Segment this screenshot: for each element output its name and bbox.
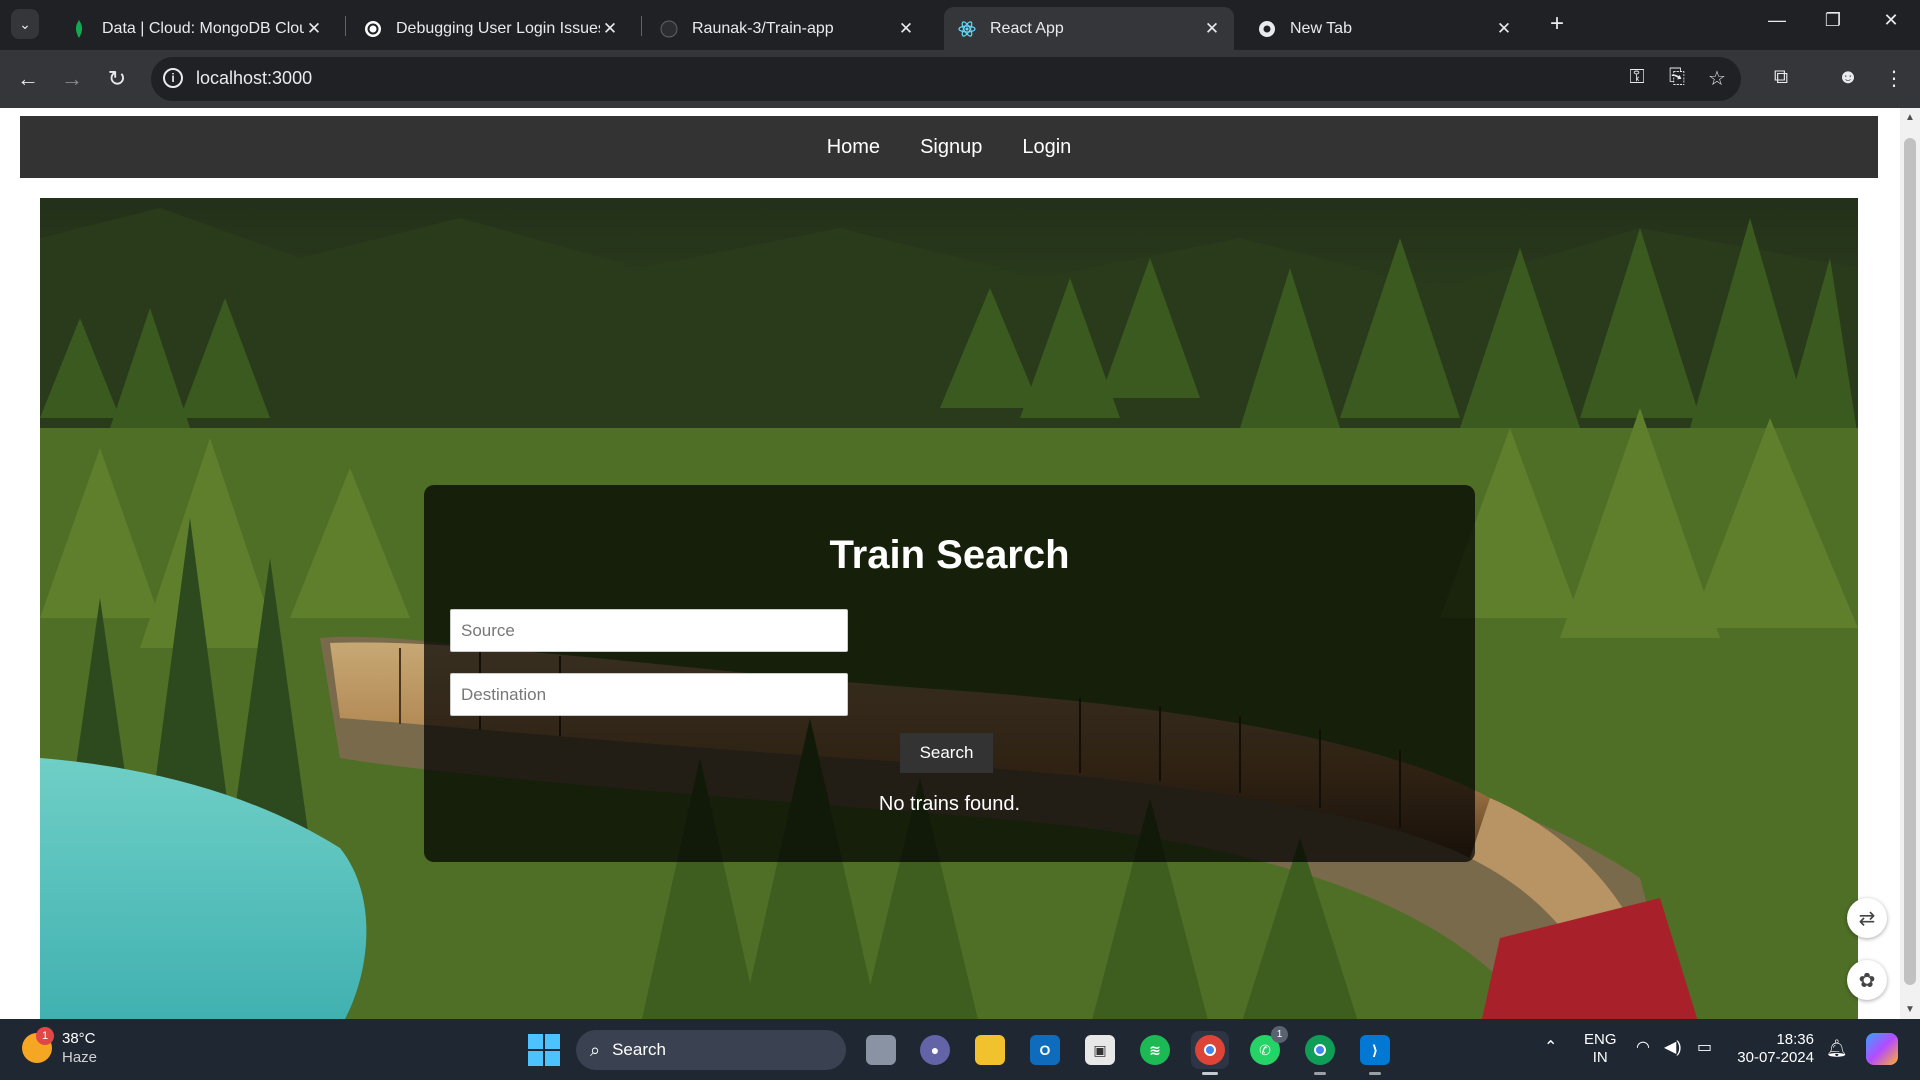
nav-link-login[interactable]: Login bbox=[1022, 136, 1071, 159]
region-code: IN bbox=[1592, 1049, 1608, 1066]
browser-tab-strip: ⌄ Data | Cloud: MongoDB Cloud ✕ Debuggin… bbox=[0, 0, 1920, 50]
minimize-icon[interactable]: — bbox=[1762, 10, 1792, 31]
site-navbar: Home Signup Login bbox=[20, 116, 1878, 178]
profile-avatar-icon[interactable]: ☻ bbox=[1834, 66, 1862, 89]
notification-bell-icon[interactable]: 🔔︎ bbox=[1826, 1039, 1848, 1059]
chrome-taskbar-icon[interactable] bbox=[1191, 1031, 1229, 1075]
tab-title: New Tab bbox=[1290, 19, 1352, 37]
tab-title: Data | Cloud: MongoDB Cloud bbox=[102, 19, 304, 37]
scroll-up-arrow-icon[interactable]: ▲ bbox=[1905, 112, 1915, 123]
close-window-icon[interactable]: ✕ bbox=[1876, 10, 1906, 31]
hero-background-image: Train Search Search No trains found. bbox=[40, 198, 1858, 1019]
destination-input[interactable] bbox=[450, 673, 848, 716]
weather-badge: 1 bbox=[36, 1027, 54, 1045]
chrome-profile-icon[interactable] bbox=[1301, 1031, 1339, 1075]
translate-icon[interactable]: ⇄ bbox=[1847, 898, 1887, 938]
taskbar-search-box[interactable]: ⌕ Search bbox=[576, 1030, 846, 1070]
search-button[interactable]: Search bbox=[900, 733, 993, 773]
menu-kebab-icon[interactable]: ⋮ bbox=[1880, 66, 1908, 91]
chrome-icon bbox=[1258, 20, 1276, 38]
nav-link-home[interactable]: Home bbox=[827, 136, 880, 159]
windows-taskbar: 1 38°C Haze ⌕ Search ● O ▣ ≋ ✆ 1 ⟩ ⌃ ENG… bbox=[0, 1019, 1920, 1080]
photo-app-icon[interactable]: ▣ bbox=[1081, 1031, 1119, 1069]
tab-chatgpt[interactable]: Debugging User Login Issues ✕ bbox=[350, 7, 632, 50]
close-tab-icon[interactable]: ✕ bbox=[1494, 19, 1514, 39]
mongodb-leaf-icon bbox=[70, 19, 88, 38]
file-explorer-icon[interactable] bbox=[971, 1031, 1009, 1069]
taskbar-search-label: Search bbox=[612, 1040, 666, 1059]
weather-widget[interactable]: 1 38°C Haze bbox=[22, 1027, 98, 1067]
windows-start-icon[interactable] bbox=[528, 1034, 560, 1066]
scroll-thumb[interactable] bbox=[1904, 138, 1916, 985]
close-tab-icon[interactable]: ✕ bbox=[896, 19, 916, 39]
outlook-icon[interactable]: O bbox=[1026, 1031, 1064, 1069]
tab-divider bbox=[641, 16, 642, 36]
ai-assistant-icon[interactable]: ✿ bbox=[1847, 960, 1887, 1000]
browser-toolbar: ← → ↻ i localhost:3000 ⚿ ⎘ ☆ ⧉ ☻ ⋮ bbox=[0, 50, 1920, 108]
spotify-icon[interactable]: ≋ bbox=[1136, 1031, 1174, 1069]
search-icon: ⌕ bbox=[590, 1039, 601, 1060]
restore-icon[interactable]: ❐ bbox=[1818, 10, 1848, 31]
train-search-title: Train Search bbox=[829, 533, 1070, 577]
tab-title: Debugging User Login Issues bbox=[396, 19, 600, 37]
language-code: ENG bbox=[1584, 1031, 1617, 1048]
vscode-icon[interactable]: ⟩ bbox=[1356, 1031, 1394, 1075]
tab-react-app[interactable]: React App ✕ bbox=[944, 7, 1234, 50]
url-text[interactable]: localhost:3000 bbox=[196, 68, 312, 89]
address-bar[interactable]: i localhost:3000 ⚿ ⎘ ☆ bbox=[151, 57, 1741, 101]
teams-chat-icon[interactable]: ● bbox=[916, 1031, 954, 1069]
language-indicator[interactable]: ENG IN bbox=[1584, 1031, 1617, 1067]
github-icon bbox=[660, 20, 678, 38]
new-tab-plus-icon[interactable]: + bbox=[1543, 10, 1571, 38]
tab-title: React App bbox=[990, 19, 1064, 37]
clock-date: 30-07-2024 bbox=[1737, 1049, 1814, 1066]
nav-link-signup[interactable]: Signup bbox=[920, 136, 982, 159]
task-view-icon[interactable] bbox=[862, 1031, 900, 1069]
running-indicator bbox=[1369, 1072, 1381, 1075]
source-input[interactable] bbox=[450, 609, 848, 652]
back-arrow-icon[interactable]: ← bbox=[13, 64, 43, 94]
search-result-message: No trains found. bbox=[878, 793, 1021, 815]
page-scrollbar[interactable]: ▲ ▼ bbox=[1900, 108, 1920, 1019]
tab-search-chevron-icon[interactable]: ⌄ bbox=[11, 9, 39, 39]
tab-mongodb[interactable]: Data | Cloud: MongoDB Cloud ✕ bbox=[56, 7, 336, 50]
openai-icon bbox=[364, 20, 382, 38]
volume-icon[interactable]: ◀) bbox=[1664, 1037, 1682, 1057]
bookmark-star-icon[interactable]: ☆ bbox=[1704, 66, 1730, 91]
weather-sun-icon: 1 bbox=[22, 1027, 54, 1063]
scroll-down-arrow-icon[interactable]: ▼ bbox=[1905, 1004, 1915, 1015]
whatsapp-icon[interactable]: ✆ 1 bbox=[1246, 1026, 1288, 1069]
clock-time: 18:36 bbox=[1776, 1031, 1814, 1048]
extensions-puzzle-icon[interactable]: ⧉ bbox=[1767, 66, 1795, 89]
install-app-icon[interactable]: ⎘ bbox=[1664, 66, 1690, 89]
react-icon bbox=[958, 20, 976, 38]
running-indicator bbox=[1202, 1072, 1218, 1075]
battery-icon[interactable]: ▭ bbox=[1697, 1037, 1712, 1057]
taskbar-clock[interactable]: 18:36 30-07-2024 bbox=[1734, 1031, 1814, 1067]
show-hidden-icons-chevron-icon[interactable]: ⌃ bbox=[1544, 1037, 1557, 1057]
weather-temperature: 38°C bbox=[62, 1030, 96, 1047]
password-key-icon[interactable]: ⚿ bbox=[1624, 66, 1650, 89]
running-indicator bbox=[1314, 1072, 1326, 1075]
wifi-icon[interactable]: ◠ bbox=[1636, 1037, 1650, 1057]
site-info-icon[interactable]: i bbox=[163, 68, 183, 88]
weather-condition: Haze bbox=[62, 1049, 98, 1066]
tab-new-tab[interactable]: New Tab ✕ bbox=[1244, 7, 1526, 50]
forward-arrow-icon[interactable]: → bbox=[57, 64, 87, 94]
tab-divider bbox=[345, 16, 346, 36]
close-tab-icon[interactable]: ✕ bbox=[600, 19, 620, 39]
copilot-icon[interactable] bbox=[1866, 1033, 1898, 1065]
train-search-panel: Train Search Search No trains found. bbox=[424, 485, 1475, 862]
whatsapp-badge: 1 bbox=[1271, 1026, 1288, 1043]
close-tab-icon[interactable]: ✕ bbox=[304, 19, 324, 39]
reload-icon[interactable]: ↻ bbox=[102, 64, 132, 94]
tab-title: Raunak-3/Train-app bbox=[692, 19, 834, 37]
tab-github[interactable]: Raunak-3/Train-app ✕ bbox=[646, 7, 928, 50]
close-tab-icon[interactable]: ✕ bbox=[1202, 19, 1222, 39]
page-viewport: Home Signup Login Train Search Source De… bbox=[0, 108, 1900, 1019]
